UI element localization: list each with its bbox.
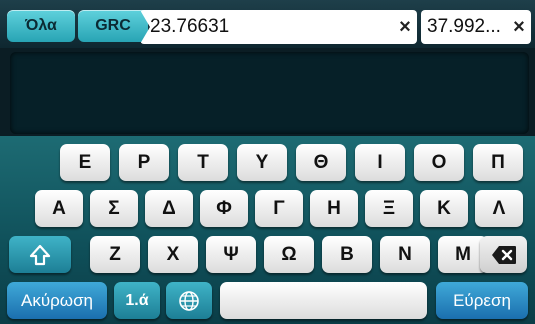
space-key[interactable]	[220, 282, 427, 319]
key-pi[interactable]: Π	[473, 144, 523, 181]
key-kappa[interactable]: Κ	[420, 190, 468, 227]
key-phi[interactable]: Φ	[200, 190, 248, 227]
backspace-icon	[491, 245, 517, 265]
key-epsilon[interactable]: Ε	[60, 144, 110, 181]
key-omega[interactable]: Ω	[264, 236, 314, 273]
key-beta[interactable]: Β	[322, 236, 372, 273]
numbers-key[interactable]: 1.ά	[114, 282, 160, 319]
key-xi[interactable]: Ξ	[365, 190, 413, 227]
top-bar: Όλα GRC 23.76631 × 37.992... ×	[0, 0, 535, 48]
latitude-value: 37.992...	[427, 16, 501, 37]
backspace-key[interactable]	[480, 236, 527, 273]
key-delta[interactable]: Δ	[145, 190, 193, 227]
longitude-value: 23.76631	[150, 16, 230, 37]
results-panel	[10, 52, 529, 134]
cancel-button[interactable]: Ακύρωση	[7, 282, 107, 319]
key-nu[interactable]: Ν	[380, 236, 430, 273]
key-tau[interactable]: Τ	[178, 144, 228, 181]
key-chi[interactable]: Χ	[148, 236, 198, 273]
key-psi[interactable]: Ψ	[206, 236, 256, 273]
language-key[interactable]	[166, 282, 212, 319]
clear-longitude-icon[interactable]: ×	[393, 16, 417, 39]
key-gamma[interactable]: Γ	[255, 190, 303, 227]
key-eta[interactable]: Η	[310, 190, 358, 227]
longitude-input[interactable]: 23.76631 ×	[140, 10, 417, 44]
clear-latitude-icon[interactable]: ×	[507, 16, 531, 39]
key-zeta[interactable]: Ζ	[90, 236, 140, 273]
keyboard: Ε Ρ Τ Υ Θ Ι Ο Π Α Σ Δ Φ Γ Η Ξ Κ Λ Ζ Χ Ψ …	[0, 136, 535, 324]
key-sigma[interactable]: Σ	[90, 190, 138, 227]
latitude-input[interactable]: 37.992... ×	[421, 10, 531, 44]
search-button[interactable]: Εύρεση	[436, 282, 528, 319]
key-rho[interactable]: Ρ	[119, 144, 169, 181]
key-lambda[interactable]: Λ	[475, 190, 523, 227]
shift-key[interactable]	[9, 236, 71, 273]
tab-all[interactable]: Όλα	[7, 10, 75, 42]
shift-icon	[29, 244, 51, 266]
globe-icon	[178, 290, 200, 312]
key-alpha[interactable]: Α	[35, 190, 83, 227]
key-omicron[interactable]: Ο	[414, 144, 464, 181]
key-iota[interactable]: Ι	[355, 144, 405, 181]
key-upsilon[interactable]: Υ	[237, 144, 287, 181]
key-theta[interactable]: Θ	[296, 144, 346, 181]
tab-grc[interactable]: GRC	[78, 10, 148, 42]
